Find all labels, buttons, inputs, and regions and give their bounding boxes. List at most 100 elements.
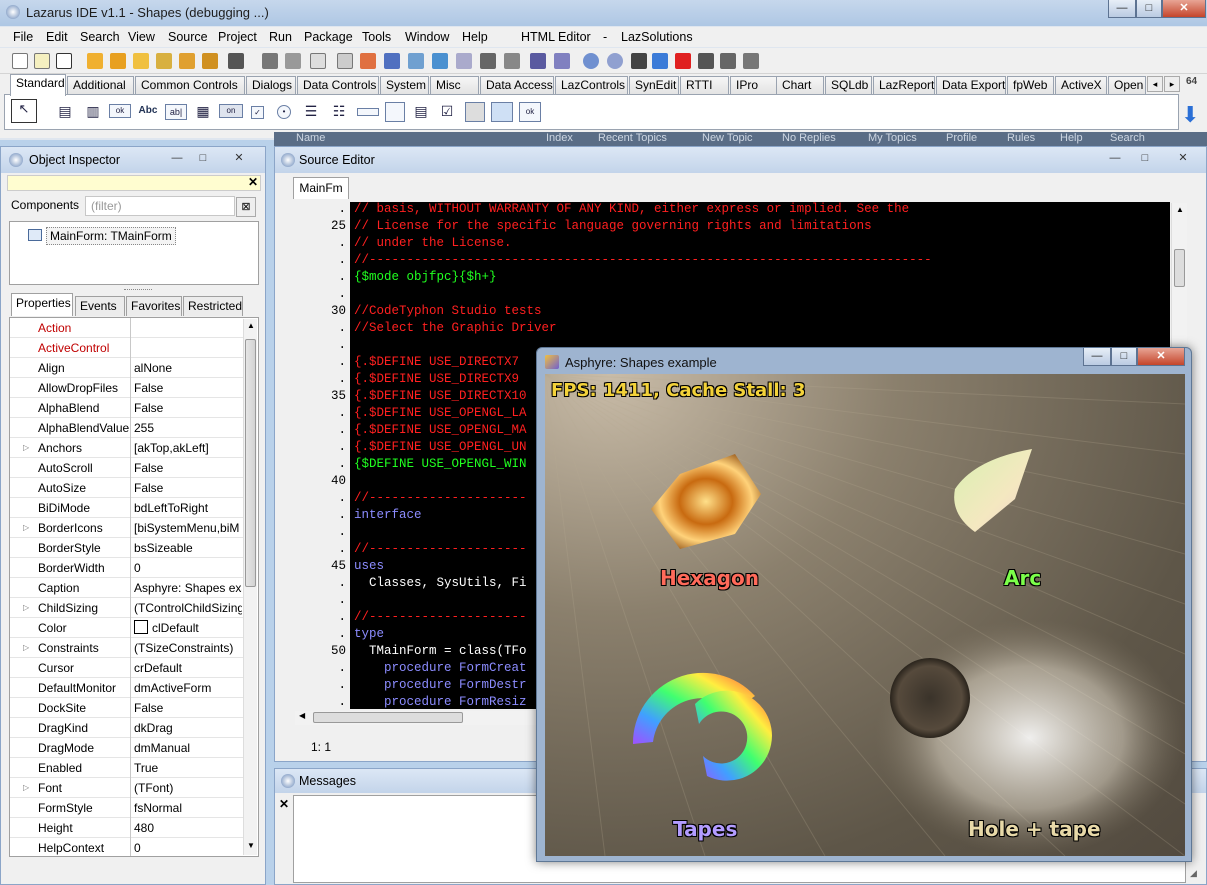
- new-file-icon[interactable]: [12, 53, 28, 69]
- tab-chart[interactable]: Chart: [776, 76, 824, 95]
- property-value[interactable]: (TFont): [134, 781, 242, 795]
- new-unit-icon[interactable]: [56, 53, 72, 69]
- open-project-icon[interactable]: [133, 53, 149, 69]
- property-value[interactable]: False: [134, 481, 242, 495]
- tab-additional[interactable]: Additional: [67, 76, 134, 95]
- property-row[interactable]: ▷ BorderIcons [biSystemMenu,biM: [10, 518, 244, 538]
- maximize-button[interactable]: □: [1136, 0, 1162, 18]
- save-all-icon[interactable]: [285, 53, 301, 69]
- property-value[interactable]: [akTop,akLeft]: [134, 441, 242, 455]
- tab-lazcontrols[interactable]: LazControls: [555, 76, 628, 95]
- menu-package[interactable]: Package: [304, 30, 353, 44]
- menu-tools[interactable]: Tools: [362, 30, 391, 44]
- property-row[interactable]: Align alNone: [10, 358, 244, 378]
- scrollbar-component-icon[interactable]: [357, 108, 379, 116]
- property-value[interactable]: False: [134, 381, 242, 395]
- tree-item-mainform[interactable]: MainForm: TMainForm: [46, 227, 176, 245]
- memo-component-icon[interactable]: ▦: [193, 102, 213, 122]
- save-icon[interactable]: [262, 53, 278, 69]
- property-value[interactable]: 0: [134, 841, 242, 855]
- property-value[interactable]: dmActiveForm: [134, 681, 242, 695]
- label-component-icon[interactable]: Abc: [137, 102, 159, 122]
- property-value[interactable]: Asphyre: Shapes exa: [134, 581, 242, 595]
- property-value[interactable]: (TControlChildSizing: [134, 601, 242, 615]
- messages-close-icon[interactable]: ✕: [279, 797, 289, 811]
- tab-dialogs[interactable]: Dialogs: [246, 76, 296, 95]
- tab-favorites[interactable]: Favorites: [126, 296, 182, 316]
- tab-common-controls[interactable]: Common Controls: [135, 76, 245, 95]
- property-row[interactable]: Enabled True: [10, 758, 244, 778]
- property-value[interactable]: True: [134, 761, 242, 775]
- project-options-icon[interactable]: [384, 53, 400, 69]
- tabs-scroll-left-button[interactable]: ◂: [1147, 76, 1163, 92]
- open-package-icon[interactable]: [179, 53, 195, 69]
- tab-events[interactable]: Events: [75, 296, 125, 316]
- property-value[interactable]: False: [134, 401, 242, 415]
- diff-icon[interactable]: [456, 53, 472, 69]
- property-value[interactable]: dmManual: [134, 741, 242, 755]
- html-editor-icon[interactable]: [530, 53, 546, 69]
- step-into-icon[interactable]: [583, 53, 599, 69]
- tab-data-controls[interactable]: Data Controls: [297, 76, 379, 95]
- menu-html-editor[interactable]: HTML Editor: [521, 30, 591, 44]
- edit-component-icon[interactable]: ab|: [165, 104, 187, 120]
- expand-icon[interactable]: ▷: [23, 443, 29, 452]
- tab-properties[interactable]: Properties: [11, 293, 73, 316]
- component-filter-input[interactable]: (filter): [85, 196, 235, 216]
- pause-icon[interactable]: [652, 53, 668, 69]
- oi-close-button[interactable]: ✕: [229, 151, 249, 165]
- property-row[interactable]: DragKind dkDrag: [10, 718, 244, 738]
- menu-lazsolutions[interactable]: LazSolutions: [621, 30, 693, 44]
- menu-help[interactable]: Help: [462, 30, 488, 44]
- package-open-icon[interactable]: [156, 53, 172, 69]
- asphyre-minimize-button[interactable]: —: [1083, 348, 1111, 366]
- expand-icon[interactable]: ▷: [23, 523, 29, 532]
- build-icon[interactable]: [480, 53, 496, 69]
- menu-edit[interactable]: Edit: [46, 30, 68, 44]
- step-into-small-icon[interactable]: [698, 53, 714, 69]
- property-value[interactable]: 255: [134, 421, 242, 435]
- property-row[interactable]: ▷ Constraints (TSizeConstraints): [10, 638, 244, 658]
- property-row[interactable]: BiDiMode bdLeftToRight: [10, 498, 244, 518]
- open-icon[interactable]: [87, 53, 103, 69]
- property-value[interactable]: alNone: [134, 361, 242, 375]
- property-row[interactable]: Color clDefault: [10, 618, 244, 638]
- property-value[interactable]: bdLeftToRight: [134, 501, 242, 515]
- resize-grip-icon[interactable]: ◢: [1190, 868, 1205, 883]
- tab-lazreport[interactable]: LazReport: [873, 76, 935, 95]
- menu-search[interactable]: Search: [80, 30, 120, 44]
- tab-rtti[interactable]: RTTI: [680, 76, 729, 95]
- radiogroup-component-icon[interactable]: ▤: [411, 102, 431, 122]
- remove-from-project-icon[interactable]: [432, 53, 448, 69]
- property-row[interactable]: AlphaBlendValue 255: [10, 418, 244, 438]
- property-value[interactable]: [biSystemMenu,biM: [134, 521, 242, 535]
- editor-vscroll-thumb[interactable]: [1174, 249, 1185, 287]
- menu-run[interactable]: Run: [269, 30, 292, 44]
- expand-icon[interactable]: ▷: [23, 783, 29, 792]
- open-recent-icon[interactable]: [110, 53, 126, 69]
- tab-misc[interactable]: Misc: [430, 76, 479, 95]
- property-row[interactable]: ▷ ChildSizing (TControlChildSizing: [10, 598, 244, 618]
- panel-component-icon[interactable]: [465, 102, 485, 122]
- property-row[interactable]: Caption Asphyre: Shapes exa: [10, 578, 244, 598]
- menu-source[interactable]: Source: [168, 30, 208, 44]
- close-button[interactable]: ✕: [1162, 0, 1206, 18]
- tabs-scroll-right-button[interactable]: ▸: [1164, 76, 1180, 92]
- oi-minimize-button[interactable]: —: [167, 151, 187, 165]
- property-row[interactable]: AutoSize False: [10, 478, 244, 498]
- editor-hscrollbar[interactable]: ◀: [295, 711, 539, 725]
- property-row[interactable]: Action: [10, 318, 244, 338]
- arrow-down-icon[interactable]: ⬇: [1181, 104, 1203, 126]
- property-row[interactable]: AlphaBlend False: [10, 398, 244, 418]
- tab-restricted[interactable]: Restricted: [183, 296, 243, 316]
- tab-data-access[interactable]: Data Access: [480, 76, 554, 95]
- tab-standard[interactable]: Standard: [10, 74, 66, 96]
- step-out-icon[interactable]: [720, 53, 736, 69]
- tab-sqldb[interactable]: SQLdb: [825, 76, 872, 95]
- property-row[interactable]: AutoScroll False: [10, 458, 244, 478]
- html-preview-icon[interactable]: [554, 53, 570, 69]
- property-row[interactable]: AllowDropFiles False: [10, 378, 244, 398]
- property-value[interactable]: crDefault: [134, 661, 242, 675]
- tab-activex[interactable]: ActiveX: [1055, 76, 1107, 95]
- asphyre-close-button[interactable]: ✕: [1137, 348, 1185, 366]
